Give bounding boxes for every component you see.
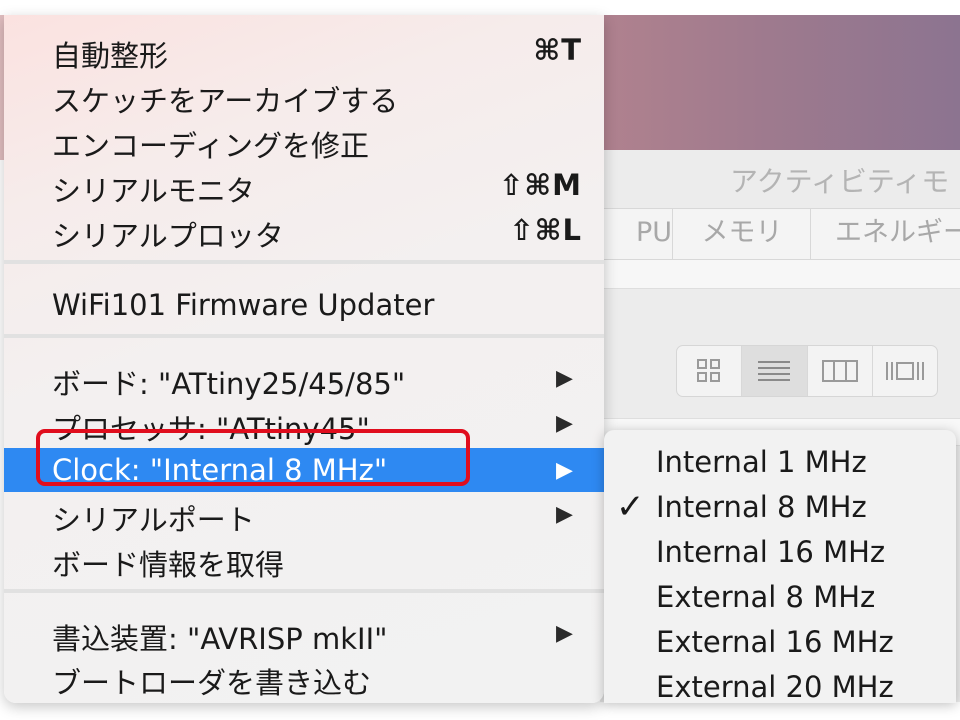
menu-item-label: エンコーディングを修正 <box>52 129 369 163</box>
checkmark-icon: ✓ <box>616 487 645 527</box>
menu-item-programmer[interactable]: 書込装置: "AVRISP mkII" ▶ <box>4 611 604 656</box>
menu-item-label: ボード: "ATtiny25/45/85" <box>52 367 406 401</box>
coverflow-view-button[interactable] <box>873 346 937 396</box>
submenu-item-external-8mhz[interactable]: External 8 MHz <box>604 575 956 619</box>
column-view-button[interactable] <box>808 346 873 396</box>
menu-separator <box>4 260 604 264</box>
menu-item-label: シリアルポート <box>52 503 255 537</box>
tab-memory[interactable]: メモリ <box>674 209 811 259</box>
view-mode-segmented-control <box>676 345 938 397</box>
menu-item-serial-port[interactable]: シリアルポート ▶ <box>4 492 604 537</box>
submenu-arrow-icon: ▶ <box>556 502 573 527</box>
grid-icon <box>697 359 721 382</box>
tab-bar: PU メモリ エネルギー <box>600 208 960 260</box>
menu-item-board[interactable]: ボード: "ATtiny25/45/85" ▶ <box>4 356 604 401</box>
submenu-item-internal-16mhz[interactable]: Internal 16 MHz <box>604 530 956 574</box>
menu-item-shortcut: ⌘T <box>533 33 582 67</box>
submenu-item-label: Internal 16 MHz <box>656 535 886 569</box>
menu-item-serial-plotter[interactable]: シリアルプロッタ ⇧⌘L <box>4 208 604 253</box>
menu-item-get-board-info[interactable]: ボード情報を取得 <box>4 537 604 582</box>
icon-view-button[interactable] <box>677 346 743 396</box>
submenu-arrow-icon: ▶ <box>556 366 573 391</box>
submenu-arrow-icon: ▶ <box>556 411 573 436</box>
menu-item-shortcut: ⇧⌘L <box>509 213 582 247</box>
submenu-item-external-20mhz[interactable]: External 20 MHz <box>604 665 956 703</box>
menu-item-label: 自動整形 <box>52 39 169 73</box>
submenu-item-label: External 20 MHz <box>656 670 894 703</box>
menu-item-label: シリアルモニタ <box>52 174 255 208</box>
list-icon <box>758 361 791 381</box>
submenu-arrow-icon: ▶ <box>556 458 573 483</box>
menu-item-archive-sketch[interactable]: スケッチをアーカイブする <box>4 73 604 118</box>
highlight-annotation-box <box>36 429 470 486</box>
submenu-item-label: Internal 8 MHz <box>656 490 867 524</box>
submenu-item-label: External 8 MHz <box>656 580 876 614</box>
menu-item-wifi101-firmware-updater[interactable]: WiFi101 Firmware Updater <box>4 283 604 327</box>
submenu-arrow-icon: ▶ <box>556 621 573 646</box>
columns-icon <box>821 360 858 382</box>
clock-submenu: Internal 1 MHz ✓ Internal 8 MHz Internal… <box>604 430 956 703</box>
menu-item-label: 書込装置: "AVRISP mkII" <box>52 622 388 656</box>
menu-item-serial-monitor[interactable]: シリアルモニタ ⇧⌘M <box>4 163 604 208</box>
submenu-item-external-16mhz[interactable]: External 16 MHz <box>604 620 956 664</box>
menu-item-label: シリアルプロッタ <box>52 219 284 253</box>
menu-item-fix-encoding[interactable]: エンコーディングを修正 <box>4 118 604 163</box>
menu-item-label: ブートローダを書き込む <box>52 666 372 700</box>
submenu-item-internal-1mhz[interactable]: Internal 1 MHz <box>604 440 956 484</box>
list-view-button[interactable] <box>742 346 808 396</box>
coverflow-icon <box>885 362 924 380</box>
menu-item-burn-bootloader[interactable]: ブートローダを書き込む <box>4 655 604 700</box>
menu-separator <box>4 334 604 338</box>
menu-item-label: WiFi101 Firmware Updater <box>52 288 435 322</box>
toolbar-band <box>600 260 960 289</box>
menu-separator <box>4 589 604 593</box>
menu-item-shortcut: ⇧⌘M <box>498 168 582 202</box>
tab-cpu[interactable]: PU <box>598 209 673 259</box>
submenu-item-label: Internal 1 MHz <box>656 445 867 479</box>
window-title: アクティビティモ <box>730 165 950 198</box>
tools-menu: 自動整形 ⌘T スケッチをアーカイブする エンコーディングを修正 シリアルモニタ… <box>4 15 604 703</box>
menu-item-label: ボード情報を取得 <box>52 548 285 582</box>
tab-energy[interactable]: エネルギー <box>811 209 960 259</box>
menu-item-auto-format[interactable]: 自動整形 ⌘T <box>4 28 604 73</box>
menu-item-label: スケッチをアーカイブする <box>52 84 399 118</box>
submenu-item-label: External 16 MHz <box>656 625 894 659</box>
submenu-item-internal-8mhz[interactable]: ✓ Internal 8 MHz <box>604 485 956 529</box>
